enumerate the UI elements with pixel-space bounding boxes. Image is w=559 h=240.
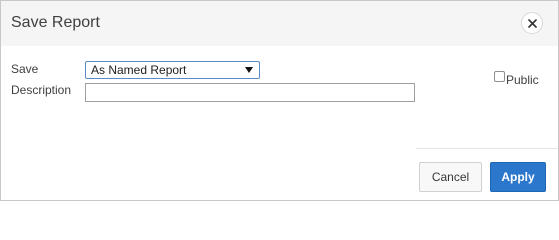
save-label: Save [11,62,39,76]
save-type-select[interactable]: As Named Report [85,61,260,79]
public-checkbox-label[interactable]: Public [506,73,539,87]
apply-button[interactable]: Apply [490,162,546,192]
description-label: Description [11,83,72,97]
dialog-title: Save Report [11,14,100,31]
description-input[interactable] [85,83,415,102]
close-icon [528,19,537,28]
cancel-button[interactable]: Cancel [419,162,482,192]
save-report-dialog: Save Report Save As Named Report Descrip… [0,0,559,201]
public-checkbox[interactable] [494,71,505,82]
dropdown-arrow-icon [245,67,253,73]
footer-divider [416,148,558,149]
dialog-titlebar: Save Report [1,1,558,46]
save-type-select-value: As Named Report [91,63,187,77]
close-button[interactable] [521,12,543,34]
